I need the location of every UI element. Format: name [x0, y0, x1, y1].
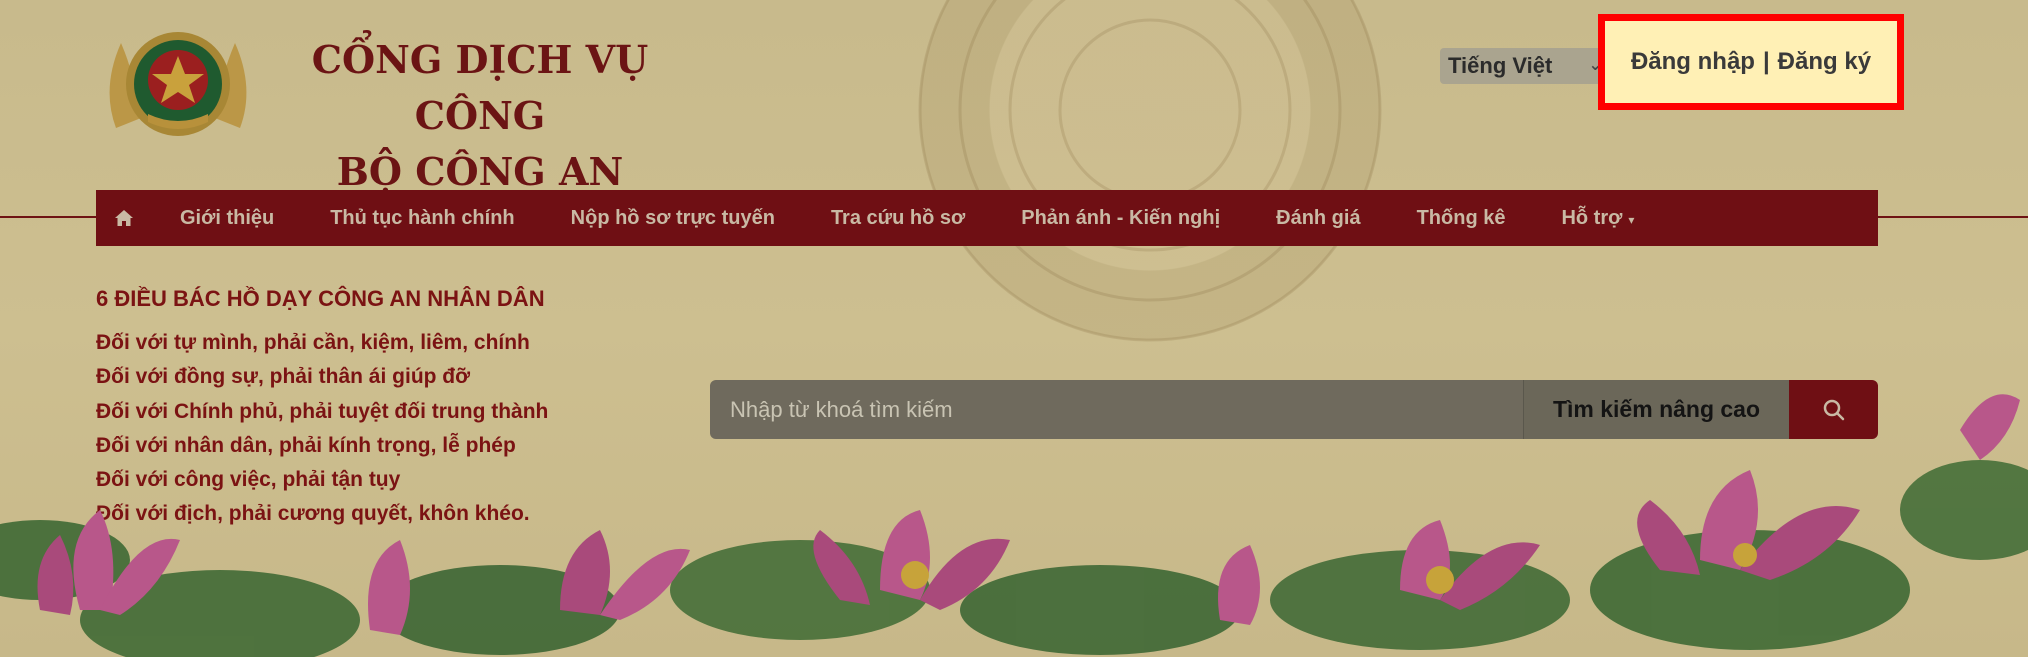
language-select[interactable]: Tiếng Việt ⌄ — [1440, 48, 1610, 84]
login-link[interactable]: Đăng nhập — [1627, 48, 1759, 76]
site-title-line1: CỔNG DỊCH VỤ CÔNG — [311, 37, 649, 138]
police-emblem-logo[interactable] — [96, 18, 260, 150]
nav-item-ho-tro-label: Hỗ trợ — [1561, 206, 1623, 229]
home-icon — [115, 210, 133, 226]
nav-item-ho-tro[interactable]: Hỗ trợ ▾ — [1533, 207, 1662, 230]
auth-separator: | — [1762, 48, 1770, 75]
nav-item-gioi-thieu[interactable]: Giới thiệu — [152, 207, 302, 230]
nav-item-thong-ke[interactable]: Thống kê — [1389, 207, 1534, 230]
nav-item-tra-cuu-ho-so[interactable]: Tra cứu hồ sơ — [803, 207, 993, 230]
nav-item-thu-tuc-hanh-chinh[interactable]: Thủ tục hành chính — [302, 207, 542, 230]
auth-links: Đăng nhập | Đăng ký — [1605, 21, 1897, 103]
language-select-value: Tiếng Việt — [1448, 53, 1553, 78]
nav-item-danh-gia[interactable]: Đánh giá — [1248, 207, 1388, 230]
nav-item-nop-ho-so[interactable]: Nộp hồ sơ trực tuyến — [543, 207, 803, 230]
register-link[interactable]: Đăng ký — [1774, 48, 1875, 76]
teachings-title: 6 ĐIỀU BÁC HỒ DẠY CÔNG AN NHÂN DÂN — [96, 286, 545, 311]
auth-highlight-box: Đăng nhập | Đăng ký — [1598, 14, 1904, 110]
drum-ornament-background — [918, 0, 1382, 342]
main-navbar: Giới thiệu Thủ tục hành chính Nộp hồ sơ … — [96, 190, 1878, 246]
caret-down-icon: ▾ — [1628, 212, 1635, 227]
teaching-item: Đối với tự mình, phải cần, kiệm, liêm, c… — [96, 331, 530, 354]
lotus-decoration — [0, 394, 2028, 657]
site-title[interactable]: CỔNG DỊCH VỤ CÔNG BỘ CÔNG AN — [270, 32, 690, 200]
nav-item-phan-anh-kien-nghi[interactable]: Phản ánh - Kiến nghị — [993, 207, 1248, 230]
nav-home[interactable] — [96, 190, 152, 246]
